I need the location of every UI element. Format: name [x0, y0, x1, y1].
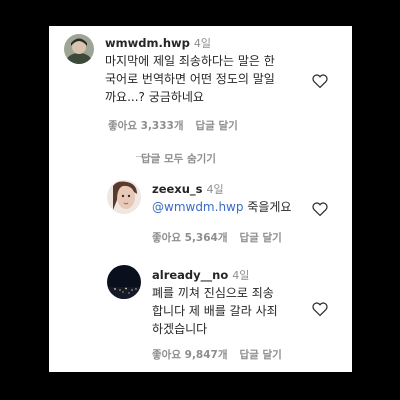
avatar[interactable] [107, 265, 141, 299]
comment-text: 마지막에 제일 죄송하다는 말은 한 국어로 번역하면 어떤 정도의 말일 까요… [105, 54, 275, 104]
reply-button[interactable]: 답글 달기 [240, 349, 282, 361]
comment-time: 4일 [193, 37, 211, 50]
avatar[interactable] [64, 34, 94, 64]
mention-link[interactable]: @wmwdm.hwp [152, 200, 243, 214]
like-count[interactable]: 좋아요 3,333개 [108, 120, 184, 132]
reply-button[interactable]: 답글 달기 [196, 120, 238, 132]
reply-item: already__no 4일 폐를 끼쳐 진심으로 죄송 합니다 제 배를 갈라 … [49, 262, 352, 372]
heart-icon[interactable] [311, 200, 329, 218]
like-count[interactable]: 좋아요 5,364개 [152, 232, 228, 244]
hide-replies-button[interactable]: 답글 모두 숨기기 [141, 151, 216, 166]
like-count[interactable]: 좋아요 9,847개 [152, 349, 228, 361]
avatar[interactable] [107, 180, 141, 214]
comments-panel: wmwdm.hwp 4일 마지막에 제일 죄송하다는 말은 한 국어로 번역하면 … [49, 26, 352, 372]
comment-username[interactable]: wmwdm.hwp [105, 36, 190, 50]
reply-text: 폐를 끼쳐 진심으로 죄송 합니다 제 배를 갈라 사죄 하겠습니다 [152, 286, 278, 336]
reply-time: 4일 [232, 269, 250, 282]
comment-item: wmwdm.hwp 4일 마지막에 제일 죄송하다는 말은 한 국어로 번역하면 … [49, 26, 352, 136]
reply-button[interactable]: 답글 달기 [240, 232, 282, 244]
heart-icon[interactable] [311, 300, 329, 318]
heart-icon[interactable] [311, 72, 329, 90]
reply-username[interactable]: already__no [152, 268, 228, 282]
reply-item: zeexu_s 4일 @wmwdm.hwp 죽을게요 좋아요 5,364개 답글 달… [49, 176, 352, 246]
reply-text: 죽을게요 [243, 200, 292, 214]
reply-time: 4일 [206, 183, 224, 196]
reply-username[interactable]: zeexu_s [152, 182, 203, 196]
